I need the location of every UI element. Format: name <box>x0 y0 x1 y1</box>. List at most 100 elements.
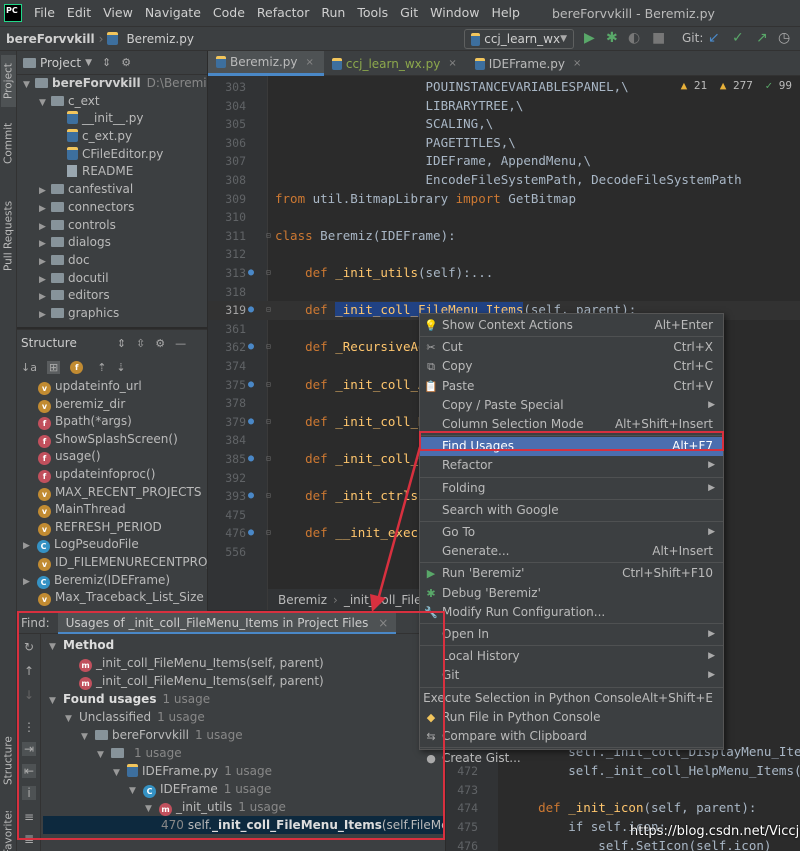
usage-tree-item[interactable]: ▼ IDEFrame.py 1 usage <box>43 762 445 780</box>
override-marker-icon[interactable]: ● <box>248 487 254 506</box>
chevron-down-icon[interactable]: ▼ <box>85 58 92 68</box>
override-marker-icon[interactable]: ● <box>248 413 254 432</box>
project-tree-item[interactable]: CFileEditor.py <box>17 146 207 164</box>
usage-tree-item[interactable]: m _init_coll_FileMenu_Items(self, parent) <box>43 654 445 672</box>
navigate-icon[interactable]: ⇥ <box>22 742 36 756</box>
editor-tab[interactable]: Beremiz.py × <box>208 51 324 76</box>
structure-item[interactable]: v Max_Traceback_List_Size <box>17 589 207 607</box>
menu-item-compare-with-clipboard[interactable]: ⇆ Compare with Clipboard <box>420 727 723 746</box>
chevron-right-icon[interactable]: ▶ <box>39 307 51 325</box>
usage-tree-item[interactable]: ▼ C IDEFrame 1 usage <box>43 780 445 798</box>
tab-pull-requests[interactable]: Pull Requests <box>1 191 16 281</box>
tab-project[interactable]: Project <box>1 55 16 107</box>
structure-item[interactable]: v ID_FILEMENURECENTPROJEC <box>17 554 207 572</box>
usage-tree-item[interactable]: ▼ Found usages 1 usage <box>43 690 445 708</box>
structure-item[interactable]: v updateinfo_url <box>17 378 207 396</box>
fold-icon[interactable]: ⊟ <box>266 524 271 543</box>
project-tree-item[interactable]: __init__.py <box>17 110 207 128</box>
nav-project[interactable]: bereForvvkill <box>6 32 95 46</box>
tab-favorites[interactable]: Favorites <box>1 811 16 851</box>
chevron-right-icon[interactable]: ▶ <box>23 574 37 592</box>
menu-item-local-history[interactable]: Local History ▶ <box>420 647 723 666</box>
settings-icon[interactable]: ⚙ <box>155 337 165 350</box>
next-occurrence-icon[interactable]: ↓ <box>22 688 36 702</box>
project-tree-item[interactable]: c_ext.py <box>17 128 207 146</box>
info-icon[interactable]: i <box>22 786 36 800</box>
fold-icon[interactable]: ⊟ <box>266 487 271 506</box>
close-icon[interactable]: × <box>573 58 581 69</box>
run-icon[interactable]: ▶ <box>584 30 595 46</box>
menu-item-generate[interactable]: Generate... Alt+Insert <box>420 542 723 561</box>
menu-view[interactable]: View <box>97 0 139 26</box>
menu-item-git[interactable]: Git ▶ <box>420 666 723 685</box>
debug-icon[interactable]: ✱ <box>606 30 618 46</box>
editor-tab[interactable]: IDEFrame.py × <box>467 51 592 76</box>
inspection-counts[interactable]: ▲ 21 ▲ 277 ✓ 99 <box>681 79 792 92</box>
show-fields-icon[interactable]: f <box>70 360 84 374</box>
structure-item[interactable]: ▶ C Beremiz(IDEFrame) <box>17 572 207 590</box>
tab-commit[interactable]: Commit <box>1 117 16 169</box>
preview-icon[interactable]: ⇤ <box>22 764 36 778</box>
menu-item-refactor[interactable]: Refactor ▶ <box>420 456 723 475</box>
project-tree-item[interactable]: ▼ c_ext <box>17 93 207 111</box>
find-usages-tab[interactable]: Usages of _init_coll_FileMenu_Items in P… <box>57 611 397 634</box>
menu-tools[interactable]: Tools <box>351 0 394 26</box>
structure-item[interactable]: f usage() <box>17 448 207 466</box>
autoscroll-from-icon[interactable]: ⇣ <box>116 361 125 374</box>
project-tree-item[interactable]: ▶ dialogs <box>17 234 207 252</box>
structure-item[interactable]: f Bpath(*args) <box>17 413 207 431</box>
menu-item-copy[interactable]: ⧉ Copy Ctrl+C <box>420 357 723 376</box>
override-marker-icon[interactable]: ● <box>248 376 254 395</box>
structure-item[interactable]: ▶ C LogPseudoFile <box>17 536 207 554</box>
sort-alpha-icon[interactable]: ↓a <box>21 361 37 374</box>
menu-item-show-context-actions[interactable]: 💡 Show Context Actions Alt+Enter <box>420 316 723 335</box>
menu-item-open-in[interactable]: Open In ▶ <box>420 625 723 644</box>
fold-icon[interactable]: ⊟ <box>266 376 271 395</box>
usage-tree-item[interactable]: ▼ Unclassified 1 usage <box>43 708 445 726</box>
chevron-right-icon[interactable]: ▶ <box>23 538 37 556</box>
menu-item-create-gist[interactable]: ● Create Gist... <box>420 749 723 768</box>
menu-item-debug-beremiz[interactable]: ✱ Debug 'Beremiz' <box>420 584 723 603</box>
menu-git[interactable]: Git <box>394 0 424 26</box>
structure-item[interactable]: v MainThread <box>17 501 207 519</box>
fold-icon[interactable]: ⊟ <box>266 413 271 432</box>
fold-icon[interactable]: ⊟ <box>266 227 271 246</box>
override-marker-icon[interactable]: ● <box>248 338 254 357</box>
menu-edit[interactable]: Edit <box>61 0 97 26</box>
minimize-icon[interactable]: — <box>175 337 186 350</box>
project-tree-item[interactable]: ▶ connectors <box>17 199 207 217</box>
git-update-icon[interactable]: ↙ <box>708 30 720 46</box>
collapse-icon[interactable]: ≣ <box>22 832 36 846</box>
menu-navigate[interactable]: Navigate <box>139 0 207 26</box>
menu-item-cut[interactable]: ✂ Cut Ctrl+X <box>420 338 723 357</box>
settings-icon[interactable]: ⚙ <box>121 56 131 69</box>
project-tree-item[interactable]: ▶ editors <box>17 287 207 305</box>
project-tree-item[interactable]: README <box>17 163 207 181</box>
project-tree-item[interactable]: ▶ canfestival <box>17 181 207 199</box>
run-config-select[interactable]: ccj_learn_wx ▼ <box>464 29 574 49</box>
tab-structure[interactable]: Structure <box>1 731 16 791</box>
project-tree-item[interactable]: ▶ controls <box>17 217 207 235</box>
git-commit-icon[interactable]: ✓ <box>732 30 744 46</box>
menu-code[interactable]: Code <box>207 0 251 26</box>
override-marker-icon[interactable]: ● <box>248 301 254 320</box>
project-tree-item[interactable]: ▶ doc <box>17 252 207 270</box>
structure-item[interactable]: f ShowSplashScreen() <box>17 431 207 449</box>
collapse-all-icon[interactable]: ⇳ <box>136 337 145 350</box>
structure-item[interactable]: v MAX_RECENT_PROJECTS <box>17 484 207 502</box>
menu-item-execute-selection-in-python-console[interactable]: Execute Selection in Python Console Alt+S… <box>420 689 723 708</box>
expand-all-icon[interactable]: ⇕ <box>117 337 126 350</box>
usage-tree-item[interactable]: ▼ Method <box>43 636 445 654</box>
collapse-all-icon[interactable]: ⇕ <box>102 56 111 69</box>
close-icon[interactable]: × <box>306 57 314 68</box>
fold-icon[interactable]: ⊟ <box>266 301 271 320</box>
menu-item-go-to[interactable]: Go To ▶ <box>420 523 723 542</box>
close-icon[interactable]: × <box>448 58 456 69</box>
override-marker-icon[interactable]: ● <box>248 524 254 543</box>
menu-run[interactable]: Run <box>315 0 351 26</box>
menu-item-copy-paste-special[interactable]: Copy / Paste Special ▶ <box>420 396 723 415</box>
fold-icon[interactable]: ⊟ <box>266 264 271 283</box>
menu-help[interactable]: Help <box>485 0 526 26</box>
expand-icon[interactable]: ≡ <box>22 810 36 824</box>
project-tree-item[interactable]: ▶ graphics <box>17 305 207 323</box>
